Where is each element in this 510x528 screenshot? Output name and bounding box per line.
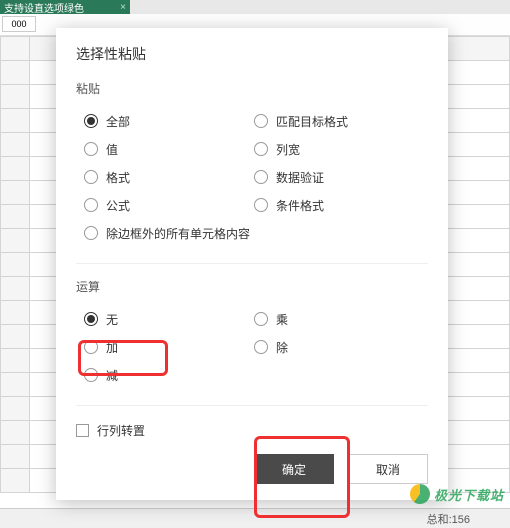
- radio-op-none[interactable]: 无: [84, 311, 254, 328]
- dialog-title: 选择性粘贴: [56, 28, 448, 74]
- divider: [76, 263, 428, 264]
- radio-icon: [84, 226, 98, 240]
- radio-paste-cond-format[interactable]: 条件格式: [254, 197, 324, 214]
- corner-cell[interactable]: [1, 37, 30, 61]
- radio-paste-col-width[interactable]: 列宽: [254, 141, 300, 158]
- radio-icon: [84, 170, 98, 184]
- radio-icon: [254, 114, 268, 128]
- status-bar: 总和:156: [0, 508, 510, 528]
- radio-icon: [254, 198, 268, 212]
- document-tab[interactable]: 支持设直选项绿色 ×: [0, 0, 130, 14]
- radio-paste-formula[interactable]: 公式: [84, 197, 254, 214]
- paste-special-dialog: 选择性粘贴 粘贴 全部 匹配目标格式 值 列宽 格式 数据验证 公式 条件格式 …: [56, 28, 448, 500]
- cancel-button[interactable]: 取消: [348, 454, 428, 484]
- radio-paste-format[interactable]: 格式: [84, 169, 254, 186]
- radio-op-subtract[interactable]: 减: [84, 367, 254, 384]
- tab-title: 支持设直选项绿色: [4, 0, 84, 15]
- paste-options-group: 全部 匹配目标格式 值 列宽 格式 数据验证 公式 条件格式 除边框外的所有单元…: [56, 107, 448, 257]
- radio-icon: [84, 198, 98, 212]
- radio-icon: [254, 142, 268, 156]
- watermark: 极光下载站: [410, 484, 504, 504]
- radio-paste-match-format[interactable]: 匹配目标格式: [254, 113, 348, 130]
- radio-icon: [254, 312, 268, 326]
- radio-op-add[interactable]: 加: [84, 339, 254, 356]
- radio-paste-value[interactable]: 值: [84, 141, 254, 158]
- radio-icon: [84, 142, 98, 156]
- radio-paste-all[interactable]: 全部: [84, 113, 254, 130]
- watermark-text: 极光下载站: [434, 485, 504, 504]
- logo-icon: [410, 484, 430, 504]
- divider: [76, 405, 428, 406]
- operation-section-label: 运算: [56, 272, 448, 305]
- radio-icon: [84, 368, 98, 382]
- radio-icon: [84, 114, 98, 128]
- radio-icon: [84, 340, 98, 354]
- ok-button[interactable]: 确定: [254, 454, 334, 484]
- checkbox-icon: [76, 424, 89, 437]
- close-icon[interactable]: ×: [120, 2, 126, 13]
- radio-op-divide[interactable]: 除: [254, 339, 288, 356]
- radio-op-multiply[interactable]: 乘: [254, 311, 288, 328]
- radio-paste-except-border[interactable]: 除边框外的所有单元格内容: [84, 225, 250, 242]
- col-header[interactable]: [441, 37, 510, 61]
- status-sum: 总和:156: [427, 511, 470, 527]
- radio-paste-validation[interactable]: 数据验证: [254, 169, 324, 186]
- transpose-checkbox[interactable]: 行列转置: [56, 414, 448, 439]
- paste-section-label: 粘贴: [56, 74, 448, 107]
- transpose-label: 行列转置: [97, 422, 145, 439]
- operation-options-group: 无 乘 加 除 减: [56, 305, 448, 399]
- radio-icon: [254, 340, 268, 354]
- radio-icon: [254, 170, 268, 184]
- radio-icon: [84, 312, 98, 326]
- number-format-box[interactable]: 000: [2, 16, 36, 32]
